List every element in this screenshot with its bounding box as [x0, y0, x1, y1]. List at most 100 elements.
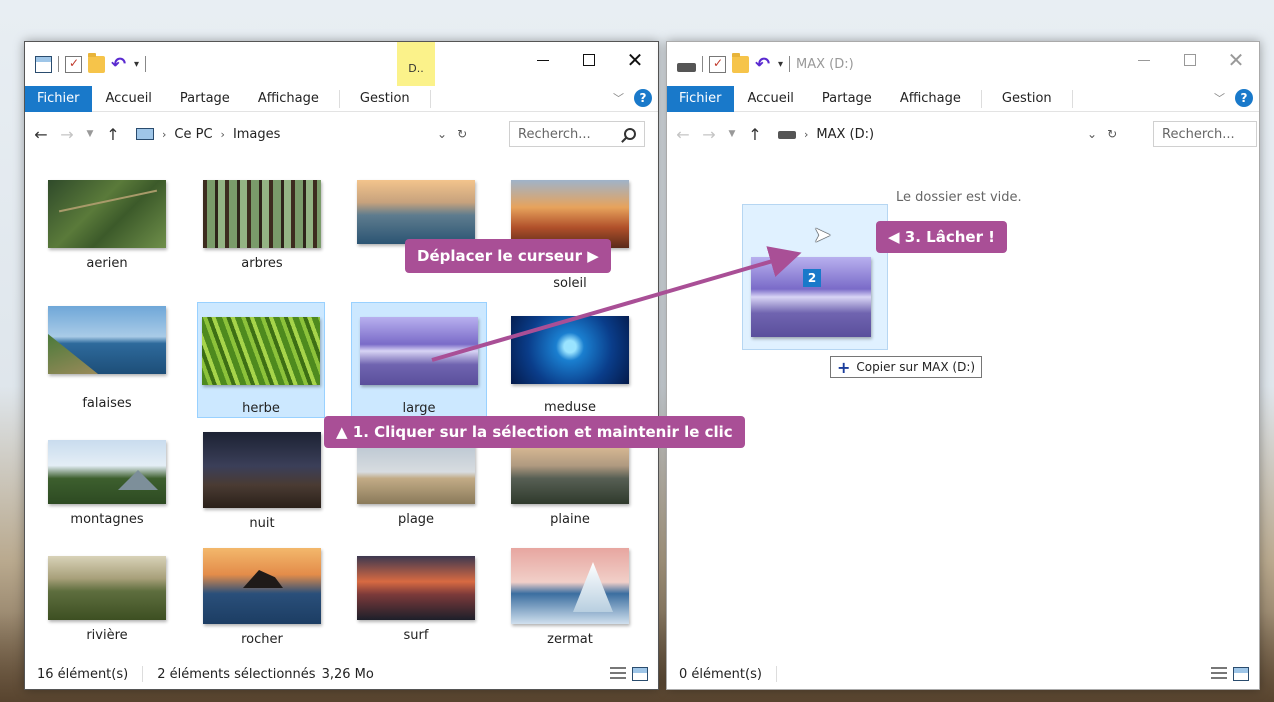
tab-fichier[interactable]: Fichier — [25, 85, 92, 112]
empty-folder-message: Le dossier est vide. — [896, 190, 1022, 205]
file-item[interactable]: soleil — [502, 180, 638, 291]
help-icon[interactable]: ? — [634, 89, 652, 107]
address-dropdown-icon[interactable]: ⌄ — [437, 127, 447, 141]
thumbnail — [357, 556, 475, 620]
selection-count: 2 éléments sélectionnés — [157, 666, 316, 682]
file-item[interactable]: zermat — [502, 548, 638, 647]
file-item[interactable]: plaine — [502, 440, 638, 527]
maximize-button[interactable] — [566, 42, 612, 78]
context-tab-drive[interactable]: D.. — [397, 42, 435, 86]
explorer-window-max-drive: ↶ ▾ MAX (D:) ✕ Fichier Accueil Partage A… — [666, 41, 1260, 690]
up-arrow-icon[interactable]: ↑ — [747, 125, 763, 144]
thumbnail — [357, 440, 475, 504]
breadcrumb-images[interactable]: Images — [233, 127, 281, 142]
recent-locations-icon[interactable]: ▼ — [727, 129, 737, 139]
file-item[interactable]: nuit — [194, 432, 330, 531]
thumbnail — [511, 316, 629, 384]
tab-affichage[interactable]: Affichage — [886, 86, 975, 112]
back-arrow-icon[interactable]: ← — [675, 125, 691, 144]
triangle-left-icon: ◀ — [888, 228, 900, 246]
close-button[interactable]: ✕ — [1213, 42, 1259, 78]
thumbnail — [202, 317, 320, 385]
mouse-cursor-icon: ➤ — [813, 223, 832, 248]
breadcrumb[interactable]: › MAX (D:) — [773, 121, 1033, 147]
file-item-selected[interactable]: herbe — [197, 302, 325, 418]
thumbnail — [48, 180, 166, 248]
expand-ribbon-icon[interactable]: ﹀ — [1214, 90, 1225, 106]
thumbnail — [203, 180, 321, 248]
tab-partage[interactable]: Partage — [808, 86, 886, 112]
drag-preview: ➤ 2 — [742, 204, 888, 350]
file-item[interactable]: montagnes — [39, 440, 175, 527]
maximize-button[interactable] — [1167, 42, 1213, 78]
large-icons-view-icon[interactable] — [632, 667, 648, 681]
file-item[interactable]: surf — [348, 556, 484, 643]
properties-icon[interactable] — [709, 55, 726, 73]
quick-access-toolbar: ↶ ▾ — [677, 52, 791, 76]
up-arrow-icon[interactable]: ↑ — [105, 125, 121, 144]
new-folder-icon[interactable] — [88, 52, 105, 73]
title-bar: ↶ ▾ D.. ✕ — [25, 42, 658, 86]
customize-dropdown-icon[interactable]: ▾ — [134, 59, 139, 70]
large-icons-view-icon[interactable] — [1233, 667, 1249, 681]
close-icon: ✕ — [626, 48, 644, 72]
callout-step-2: Déplacer le curseur ▶ — [405, 239, 611, 273]
tab-partage[interactable]: Partage — [166, 86, 244, 112]
drive-icon — [677, 62, 696, 72]
file-item-selected[interactable]: large — [351, 302, 487, 418]
details-view-icon[interactable] — [1211, 667, 1227, 681]
thumbnail — [357, 180, 475, 244]
minimize-button[interactable] — [1121, 42, 1167, 78]
recent-locations-icon[interactable]: ▼ — [85, 129, 95, 139]
tab-accueil[interactable]: Accueil — [734, 86, 808, 112]
thumbnail — [511, 180, 629, 248]
title-bar: ↶ ▾ MAX (D:) ✕ — [667, 42, 1259, 86]
status-bar: 16 élément(s) 2 éléments sélectionnés 3,… — [25, 659, 658, 689]
new-folder-icon[interactable] — [732, 52, 749, 73]
maximize-icon — [1184, 54, 1196, 66]
file-item[interactable]: falaises — [39, 302, 175, 411]
address-dropdown-icon[interactable]: ⌄ — [1087, 127, 1097, 141]
thumbnail — [360, 317, 478, 385]
search-input[interactable]: Recherch... — [1153, 121, 1257, 147]
search-input[interactable]: Recherch... — [509, 121, 645, 147]
minimize-button[interactable] — [520, 42, 566, 78]
customize-dropdown-icon[interactable]: ▾ — [778, 59, 783, 70]
address-bar: ← → ▼ ↑ › MAX (D:) ⌄ ↻ Recherch... — [667, 112, 1259, 156]
properties-icon[interactable] — [65, 55, 82, 73]
breadcrumb[interactable]: › Ce PC › Images — [131, 121, 431, 147]
refresh-icon[interactable]: ↻ — [1107, 127, 1117, 141]
breadcrumb-ce-pc[interactable]: Ce PC — [174, 127, 212, 142]
close-button[interactable]: ✕ — [612, 42, 658, 78]
thumbnail — [203, 432, 321, 508]
copy-tooltip: + Copier sur MAX (D:) — [830, 356, 983, 378]
callout-step-3: ◀ 3. Lâcher ! — [876, 221, 1008, 253]
file-item[interactable]: aerien — [39, 180, 175, 271]
undo-icon[interactable]: ↶ — [111, 55, 128, 73]
back-arrow-icon[interactable]: ← — [33, 125, 49, 144]
forward-arrow-icon[interactable]: → — [59, 125, 75, 144]
expand-ribbon-icon[interactable]: ﹀ — [613, 90, 624, 106]
file-item[interactable]: rivière — [39, 556, 175, 643]
tab-affichage[interactable]: Affichage — [244, 86, 333, 112]
address-bar: ← → ▼ ↑ › Ce PC › Images ⌄ ↻ Recherch... — [25, 112, 658, 156]
ribbon-tabs: Fichier Accueil Partage Affichage Gestio… — [667, 85, 1259, 112]
help-icon[interactable]: ? — [1235, 89, 1253, 107]
minimize-icon — [537, 59, 549, 61]
drive-icon — [778, 131, 796, 139]
undo-icon[interactable]: ↶ — [755, 55, 772, 73]
forward-arrow-icon[interactable]: → — [701, 125, 717, 144]
tab-gestion[interactable]: Gestion — [346, 86, 424, 112]
file-item[interactable]: plage — [348, 440, 484, 527]
tab-gestion[interactable]: Gestion — [988, 86, 1066, 112]
breadcrumb-max-drive[interactable]: MAX (D:) — [816, 127, 874, 142]
thumbnail — [48, 556, 166, 620]
file-item[interactable]: arbres — [194, 180, 330, 271]
tab-accueil[interactable]: Accueil — [92, 86, 166, 112]
details-view-icon[interactable] — [610, 667, 626, 681]
refresh-icon[interactable]: ↻ — [457, 127, 467, 141]
file-item[interactable]: meduse — [502, 302, 638, 415]
file-item[interactable]: rocher — [194, 548, 330, 647]
tab-fichier[interactable]: Fichier — [667, 85, 734, 112]
drag-count-badge: 2 — [803, 269, 821, 287]
